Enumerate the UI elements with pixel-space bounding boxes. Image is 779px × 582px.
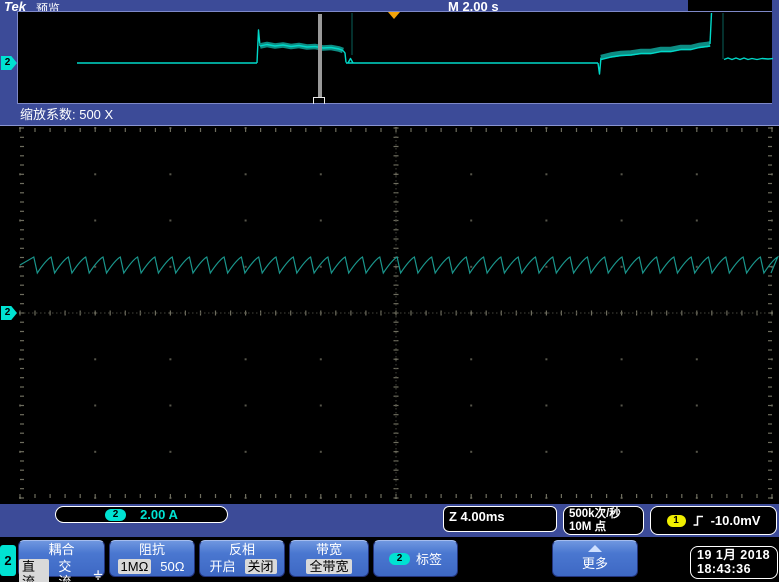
- main-waveform-svg: [0, 126, 779, 504]
- channel-1-badge: 1: [667, 515, 686, 527]
- zoom-window-indicator[interactable]: [318, 14, 322, 98]
- readout-band: 2 2.00 A Z 4.00ms 500k次/秒 10M 点 1 -10.0m…: [0, 504, 779, 537]
- channel-2-scale-value: 2.00 A: [140, 507, 178, 522]
- sample-rate-value: 500k次/秒: [569, 508, 643, 521]
- bandwidth-title: 带宽: [290, 542, 368, 558]
- bandwidth-full-option[interactable]: 全带宽: [306, 559, 351, 574]
- more-button-title: 更多: [582, 553, 608, 572]
- invert-title: 反相: [200, 542, 284, 558]
- ground-coupling-icon[interactable]: [92, 568, 104, 581]
- trigger-position-icon: [388, 12, 400, 19]
- channel-2-ripple-waveform: [20, 257, 778, 273]
- more-up-icon: [588, 545, 602, 552]
- main-waveform-window: [0, 126, 779, 504]
- coupling-ac-option[interactable]: 交流: [56, 559, 84, 582]
- coupling-button[interactable]: 耦合 直流 交流: [18, 540, 105, 577]
- time-value: 18:43:36: [697, 562, 777, 576]
- record-length-value: 10M 点: [569, 521, 643, 534]
- preview-dip-right: [598, 58, 601, 75]
- zoom-timebase-readout: Z 4.00ms: [443, 506, 557, 532]
- right-border-strip: [772, 12, 779, 104]
- trigger-readout: 1 -10.0mV: [650, 506, 777, 535]
- preview-spike-left: [257, 30, 260, 63]
- rising-edge-trigger-icon: [692, 514, 705, 527]
- date-value: 19 1月 2018: [697, 548, 777, 562]
- coupling-title: 耦合: [19, 542, 104, 558]
- soft-menu-bar: 2 耦合 直流 交流 阻抗 1MΩ 50Ω 反相 开启 关闭: [0, 537, 779, 582]
- datetime-box: 19 1月 2018 18:43:36: [690, 546, 778, 579]
- bandwidth-button[interactable]: 带宽 全带宽: [289, 540, 369, 577]
- invert-button[interactable]: 反相 开启 关闭: [199, 540, 285, 577]
- more-button[interactable]: 更多: [552, 540, 638, 577]
- graticule: [19, 127, 773, 499]
- impedance-50ohm-option[interactable]: 50Ω: [158, 559, 186, 574]
- preview-waveform-svg: [18, 12, 773, 103]
- preview-spike-right: [710, 13, 712, 44]
- label-button[interactable]: 2 标签: [373, 540, 458, 577]
- preview-wavy-right: [724, 58, 773, 60]
- oscilloscope-screen: Tek 预览 M 2.00 s 2 缩放系数: 500 X: [0, 0, 779, 582]
- invert-off-option[interactable]: 关闭: [245, 559, 277, 574]
- coupling-dc-option[interactable]: 直流: [19, 559, 49, 582]
- channel-2-menu-tab[interactable]: 2: [0, 545, 16, 576]
- impedance-1mohm-option[interactable]: 1MΩ: [118, 559, 152, 574]
- trigger-level-value: -10.0mV: [711, 513, 761, 528]
- preview-drop-left: [343, 51, 346, 63]
- waveform-preview-window: [17, 11, 772, 104]
- invert-on-option[interactable]: 开启: [207, 559, 237, 574]
- zoom-timebase-value: Z 4.00ms: [449, 509, 505, 524]
- label-button-title: 标签: [416, 549, 442, 568]
- impedance-title: 阻抗: [110, 542, 194, 558]
- channel-2-badge: 2: [105, 509, 126, 521]
- acquisition-readout: 500k次/秒 10M 点: [563, 506, 644, 535]
- channel-2-scale-readout: 2 2.00 A: [55, 506, 228, 523]
- zoom-factor-bar: 缩放系数: 500 X: [0, 104, 779, 126]
- impedance-button[interactable]: 阻抗 1MΩ 50Ω: [109, 540, 195, 577]
- zoom-factor-label: 缩放系数: 500 X: [20, 107, 113, 122]
- label-channel-2-badge: 2: [389, 553, 410, 565]
